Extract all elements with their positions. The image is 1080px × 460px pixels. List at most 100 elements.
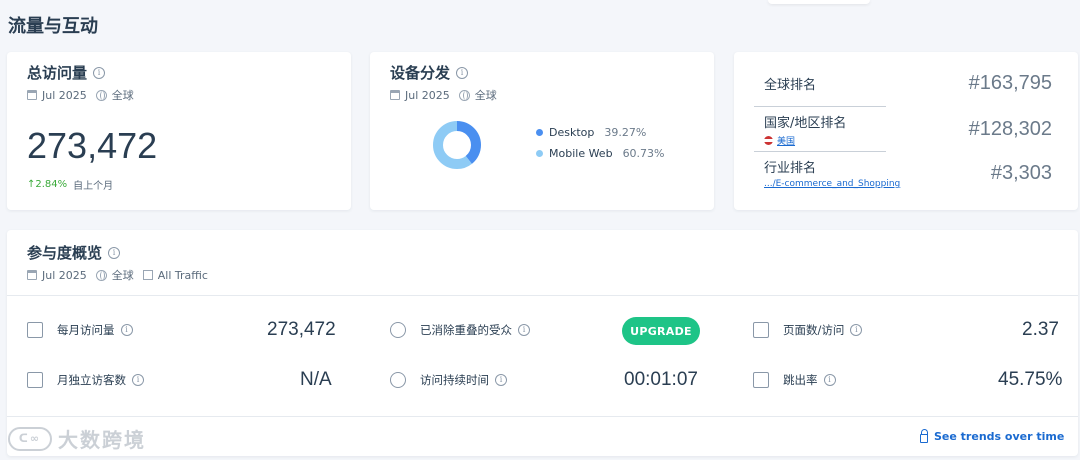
legend-item-desktop: Desktop 39.27%: [536, 126, 665, 139]
info-icon[interactable]: i: [132, 374, 144, 386]
device-donut-chart: [433, 121, 481, 169]
info-icon[interactable]: i: [518, 324, 530, 336]
rank-country-link[interactable]: 美国: [764, 134, 846, 147]
device-title-text: 设备分发: [390, 64, 451, 82]
info-icon[interactable]: i: [120, 324, 133, 336]
top-tab-stub[interactable]: [768, 0, 870, 4]
engagement-traffic: All Traffic: [157, 268, 208, 282]
pages-icon: [753, 322, 769, 338]
users-icon: [390, 322, 406, 338]
divider: [7, 295, 1078, 296]
globe-icon: [95, 89, 107, 101]
legend-pct: 39.27%: [604, 126, 647, 139]
metric-label: 每月访问量: [57, 323, 115, 337]
visits-value: 273,472: [27, 125, 158, 166]
metric-pages-per-visit: 页面数/访问 i: [753, 322, 863, 338]
info-icon[interactable]: i: [93, 66, 106, 79]
globe-icon: [458, 89, 470, 101]
device-date: Jul 2025: [405, 88, 450, 102]
legend-dot: [536, 129, 543, 136]
rank-category-label: 行业排名: [764, 161, 817, 176]
visits-trend: ↑2.84% 自上个月: [27, 177, 331, 192]
metric-label: 跳出率: [783, 373, 818, 387]
legend-label: Mobile Web: [549, 147, 613, 160]
info-icon[interactable]: i: [108, 246, 121, 259]
calendar-icon: [390, 90, 400, 100]
metric-label: 访问持续时间: [420, 373, 489, 387]
visits-date: Jul 2025: [42, 88, 87, 102]
divider: [754, 151, 886, 152]
metric-visit-duration-value: 00:01:07: [624, 369, 698, 390]
lock-icon: [920, 428, 928, 443]
legend-label: Desktop: [549, 126, 595, 139]
metric-visit-duration: 访问持续时间 i: [390, 372, 507, 388]
calendar-icon: [27, 90, 37, 100]
rank-category: 行业排名 .../E-commerce_and_Shopping #3,303: [764, 157, 1052, 189]
globe-icon: [95, 269, 107, 281]
info-icon[interactable]: i: [823, 374, 836, 386]
visits-meta: Jul 2025 全球: [27, 87, 331, 103]
visits-title-text: 总访问量: [27, 64, 88, 82]
us-flag-icon: [764, 136, 773, 145]
total-visits-card: 总访问量 i Jul 2025 全球 273,472 ↑2.84% 自上个月: [7, 52, 351, 210]
divider: [754, 106, 886, 107]
see-trends-link[interactable]: See trends over time: [920, 428, 1065, 443]
calendar-icon: [27, 270, 37, 280]
visitor-icon: [27, 372, 43, 388]
bounce-icon: [753, 372, 769, 388]
info-icon[interactable]: i: [456, 66, 469, 79]
section-title: 流量与互动: [8, 16, 98, 37]
rank-category-link[interactable]: .../E-commerce_and_Shopping: [764, 179, 900, 189]
visits-change: ↑2.84%: [27, 179, 68, 190]
device-card-title: 设备分发 i: [390, 62, 694, 83]
rank-card: 全球排名 #163,795 国家/地区排名 美国 #128,302 行业排名 .…: [734, 52, 1078, 210]
device-legend: Desktop 39.27% Mobile Web 60.73%: [536, 126, 665, 168]
rank-global-value: #163,795: [968, 72, 1052, 94]
rank-global-label: 全球排名: [764, 78, 817, 93]
stopwatch-icon: [390, 372, 406, 388]
upgrade-button[interactable]: UPGRADE: [622, 317, 700, 345]
watermark-text: 大数跨境: [58, 428, 146, 452]
metric-label: 已消除重叠的受众: [420, 323, 512, 337]
metric-label: 月独立访客数: [57, 373, 126, 387]
device-meta: Jul 2025 全球: [390, 87, 694, 103]
rank-country-sub: 美国: [777, 137, 796, 147]
engagement-card: 参与度概览 i Jul 2025 全球 All Traffic: [7, 230, 1078, 456]
engagement-header: 参与度概览 i Jul 2025 全球 All Traffic: [27, 242, 208, 283]
watermark: ᑕ∞ 大数跨境: [8, 424, 146, 453]
traffic-icon: [142, 270, 153, 280]
legend-item-mobile: Mobile Web 60.73%: [536, 147, 665, 160]
metric-unique-visitors-value: N/A: [300, 369, 332, 390]
engagement-date: Jul 2025: [42, 268, 87, 282]
metric-bounce-rate-value: 45.75%: [998, 369, 1063, 390]
rank-country: 国家/地区排名 美国 #128,302: [764, 112, 1052, 147]
metric-unique-visitors: 月独立访客数 i: [27, 372, 144, 388]
divider: [7, 416, 1078, 417]
calendar-icon: [27, 322, 43, 338]
visits-region: 全球: [111, 89, 134, 102]
visits-change-note: 自上个月: [73, 181, 114, 192]
engagement-region: 全球: [111, 269, 134, 282]
info-icon[interactable]: i: [495, 374, 507, 386]
rank-country-value: #128,302: [968, 118, 1052, 140]
metric-pages-per-visit-value: 2.37: [1022, 319, 1059, 340]
legend-pct: 60.73%: [622, 147, 665, 160]
metric-monthly-visits: 每月访问量 i: [27, 322, 133, 338]
metric-monthly-visits-value: 273,472: [267, 319, 336, 340]
engagement-meta: Jul 2025 全球 All Traffic: [27, 267, 208, 283]
rank-country-label: 国家/地区排名: [764, 116, 847, 131]
device-region: 全球: [474, 89, 497, 102]
trends-link-text: See trends over time: [934, 430, 1065, 443]
rank-category-value: #3,303: [990, 161, 1052, 184]
metric-dedup-audience: 已消除重叠的受众 i: [390, 322, 530, 338]
device-card: 设备分发 i Jul 2025 全球 Desktop 39.27% Mobile…: [370, 52, 714, 210]
engagement-title-text: 参与度概览: [27, 244, 103, 262]
watermark-logo: ᑕ∞: [8, 426, 52, 451]
legend-dot: [536, 150, 543, 157]
metric-bounce-rate: 跳出率 i: [753, 372, 836, 388]
engagement-title: 参与度概览 i: [27, 242, 208, 263]
visits-card-title: 总访问量 i: [27, 62, 331, 83]
metric-label: 页面数/访问: [783, 323, 845, 337]
info-icon[interactable]: i: [850, 324, 863, 336]
rank-global: 全球排名 #163,795: [764, 72, 1052, 95]
